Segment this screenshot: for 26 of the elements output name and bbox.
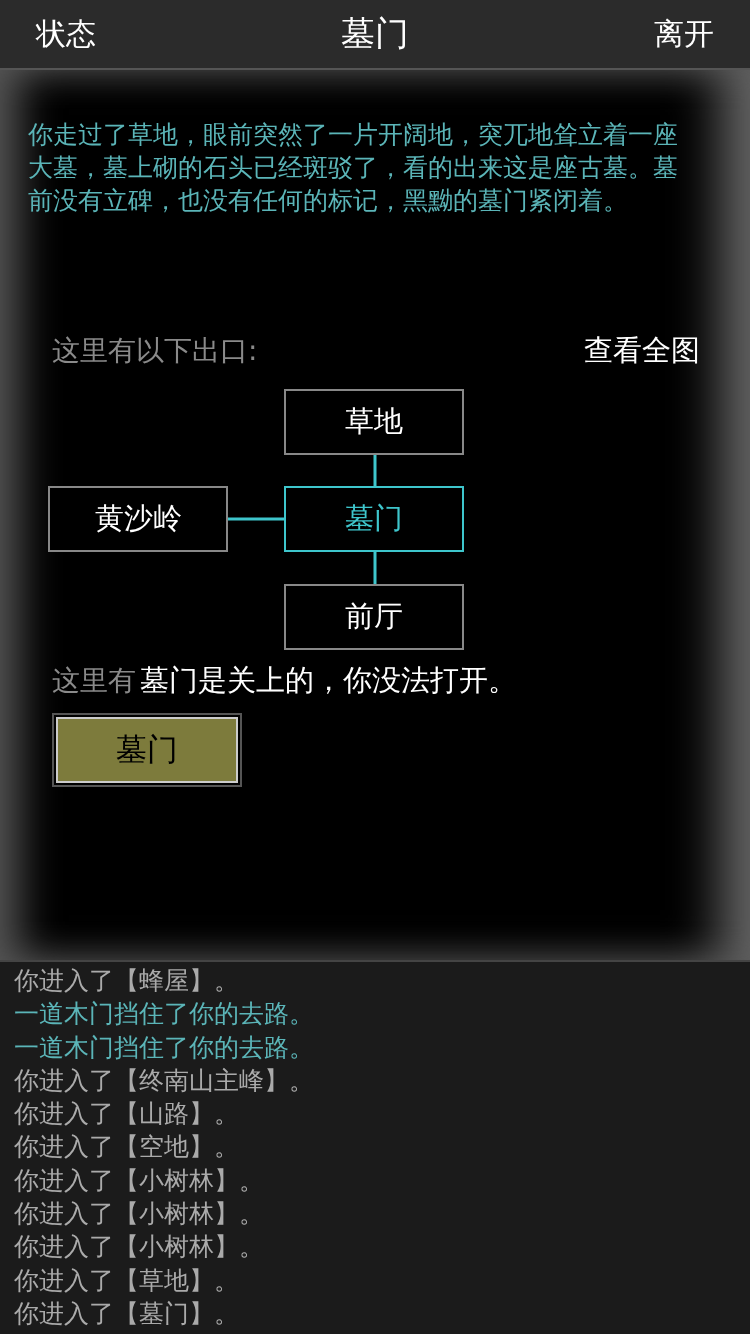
map-room[interactable]: 草地 <box>284 389 464 455</box>
leave-button[interactable]: 离开 <box>654 13 714 55</box>
scene-description: 你走过了草地，眼前突然了一片开阔地，突兀地耸立着一座大墓，墓上砌的石头已经斑驳了，看的出来这是座古墓。墓前没有立碑，也没有任何的标记，黑黝的墓门紧闭着。 <box>28 119 679 217</box>
map-room[interactable]: 黄沙岭 <box>48 486 228 552</box>
log-line: 你进入了【小树林】。 <box>14 1198 265 1231</box>
location-title: 墓门 <box>341 12 409 55</box>
log-line: 你进入了【终南山主峰】。 <box>14 1064 315 1097</box>
connector-line <box>373 551 377 584</box>
log-line: 你进入了【空地】。 <box>14 1131 240 1164</box>
connector-line <box>373 455 377 486</box>
status-button[interactable]: 状态 <box>36 13 96 55</box>
log-line: 你进入了【墓门】。 <box>14 1297 240 1330</box>
log-line: 你进入了【小树林】。 <box>14 1164 265 1197</box>
connector-line <box>228 517 284 521</box>
toast-message: 墓门是关上的，你没法打开。 <box>140 662 517 699</box>
objects-label: 这里有 <box>52 663 136 699</box>
log-line: 一道木门挡住了你的去路。 <box>14 1031 315 1064</box>
log-line: 你进入了【小树林】。 <box>14 1231 265 1264</box>
log-line: 你进入了【草地】。 <box>14 1264 240 1297</box>
log-line: 你进入了【蜂屋】。 <box>14 965 240 997</box>
map-room[interactable]: 墓门 <box>284 486 464 552</box>
map-room[interactable]: 前厅 <box>284 584 464 650</box>
log-line: 你进入了【山路】。 <box>14 1098 240 1131</box>
log-line: 一道木门挡住了你的去路。 <box>14 998 315 1031</box>
exits-label: 这里有以下出口: <box>52 333 258 369</box>
view-map-link[interactable]: 查看全图 <box>584 331 700 371</box>
